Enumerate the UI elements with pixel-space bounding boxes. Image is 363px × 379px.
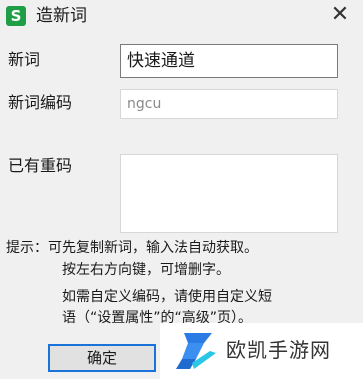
duplicate-code-label: 已有重码	[8, 156, 73, 175]
close-button[interactable]: ✕	[325, 1, 355, 31]
duplicate-code-list[interactable]	[120, 154, 338, 233]
window-title: 造新词	[36, 6, 87, 26]
watermark-logo-icon	[176, 333, 216, 369]
watermark: 欧凯手游网	[160, 323, 363, 379]
close-icon: ✕	[330, 2, 350, 27]
hint-line-3: 如需自定义编码，请使用自定义短	[62, 289, 272, 305]
hint-line-2: 按左右方向键，可增删字。	[62, 262, 230, 278]
new-word-dialog: S 造新词 ✕ 新词 快速通道 新词编码 ngcu 已有重码 提示：可先复制新词…	[0, 0, 363, 379]
new-word-input[interactable]: 快速通道	[120, 44, 338, 78]
title-bar: S 造新词 ✕	[0, 0, 363, 34]
sogou-app-icon: S	[6, 6, 26, 26]
code-label: 新词编码	[8, 93, 73, 112]
watermark-text: 欧凯手游网	[226, 338, 331, 362]
hint-line-1: 提示：可先复制新词，输入法自动获取。	[6, 240, 258, 256]
code-input[interactable]: ngcu	[120, 89, 338, 119]
new-word-label: 新词	[8, 50, 41, 69]
ok-button[interactable]: 确定	[48, 344, 156, 372]
